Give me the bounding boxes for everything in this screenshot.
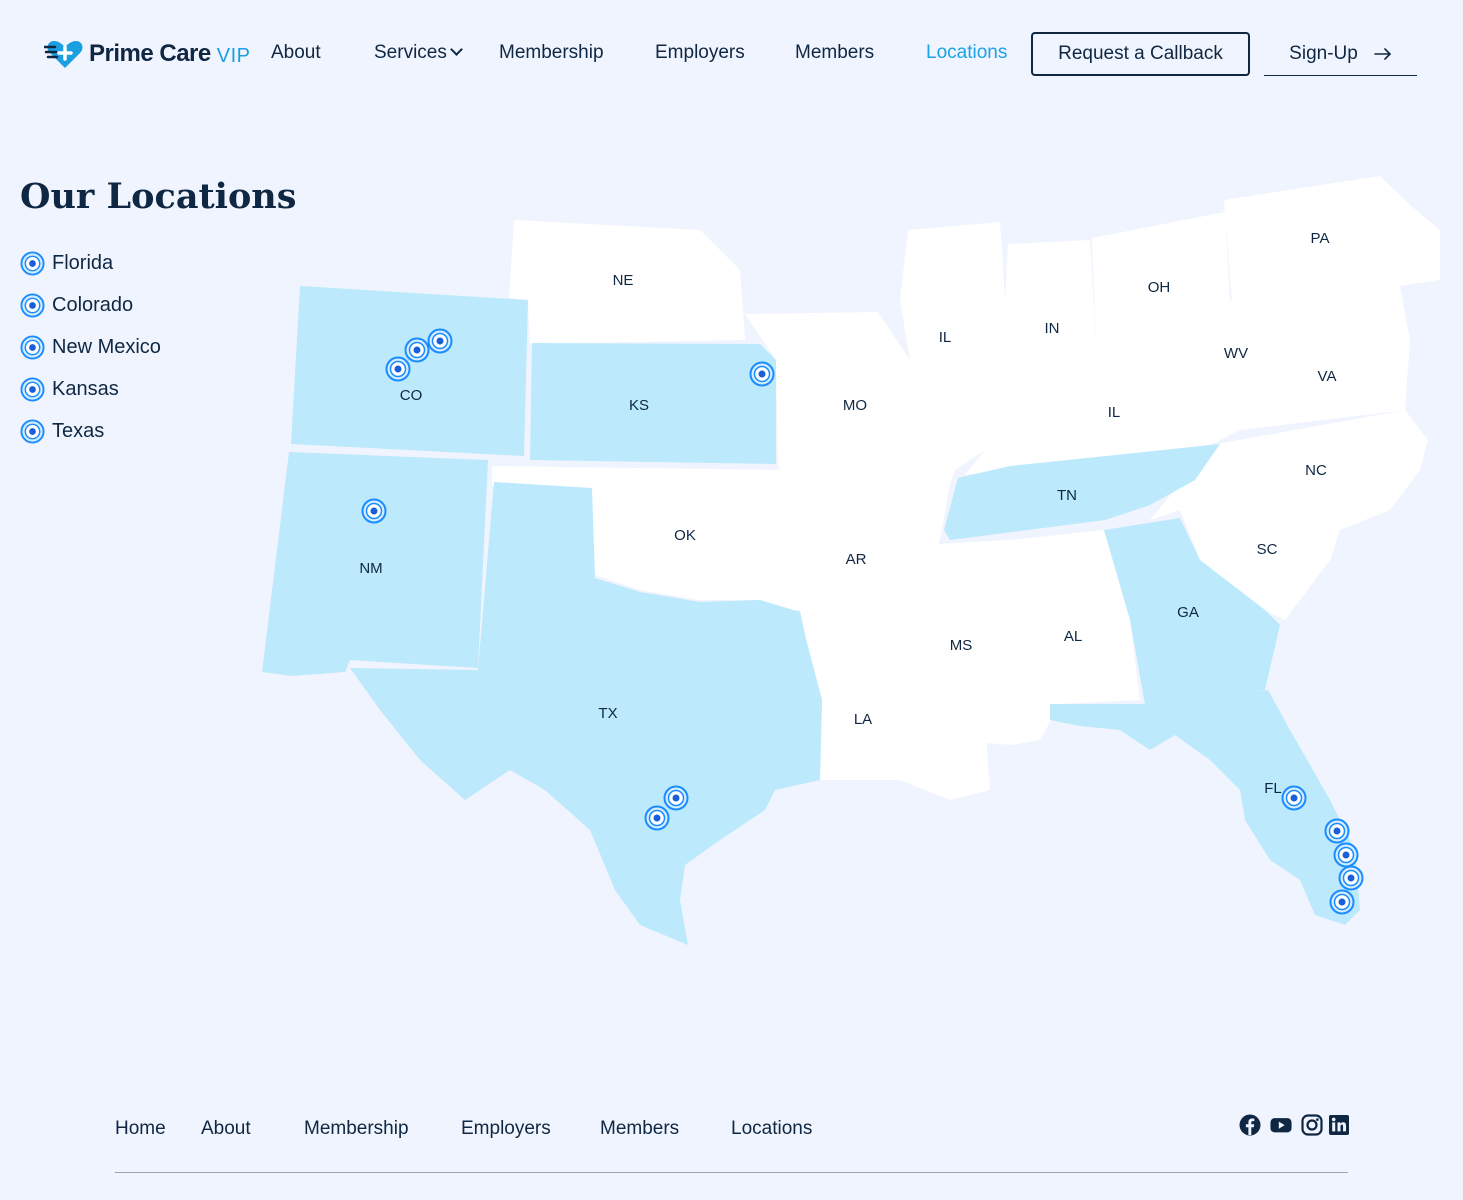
location-item-new-mexico[interactable]: New Mexico — [20, 326, 161, 368]
footer-employers[interactable]: Employers — [461, 1118, 551, 1140]
label-ne: NE — [613, 272, 634, 289]
label-al: AL — [1064, 628, 1082, 645]
location-pin-icon — [20, 250, 45, 276]
footer-locations[interactable]: Locations — [731, 1118, 812, 1140]
map-pin[interactable] — [749, 361, 775, 387]
footer-members[interactable]: Members — [600, 1118, 679, 1140]
map-pin[interactable] — [404, 337, 430, 363]
location-label: Colorado — [52, 293, 134, 316]
label-ga: GA — [1177, 604, 1199, 621]
label-wv: WV — [1224, 345, 1248, 362]
map-pin[interactable] — [1324, 818, 1350, 844]
label-nm: NM — [359, 560, 382, 577]
label-pa: PA — [1311, 230, 1330, 247]
label-mo: MO — [843, 397, 867, 414]
location-pin-icon — [20, 292, 45, 318]
label-ks: KS — [629, 397, 649, 414]
label-sc: SC — [1257, 541, 1278, 558]
state-fl[interactable] — [1050, 690, 1360, 925]
map-pin[interactable] — [361, 498, 387, 524]
state-ks[interactable] — [530, 343, 776, 464]
location-pin-icon — [20, 376, 45, 402]
map-pin[interactable] — [1333, 842, 1359, 868]
location-label: Texas — [52, 419, 105, 442]
label-oh: OH — [1148, 279, 1171, 296]
location-item-colorado[interactable]: Colorado — [20, 284, 161, 326]
footer-divider — [115, 1172, 1348, 1173]
label-co: CO — [400, 387, 423, 404]
location-item-kansas[interactable]: Kansas — [20, 368, 161, 410]
map-pin[interactable] — [427, 328, 453, 354]
map-pin[interactable] — [1281, 785, 1307, 811]
footer-about[interactable]: About — [201, 1118, 251, 1140]
label-il: IL — [939, 329, 952, 346]
location-pin-icon — [20, 418, 45, 444]
label-tn: TN — [1057, 487, 1077, 504]
label-in: IN — [1045, 320, 1060, 337]
location-item-texas[interactable]: Texas — [20, 410, 161, 452]
map-pin[interactable] — [1338, 865, 1364, 891]
map-pin[interactable] — [663, 785, 689, 811]
youtube-icon[interactable] — [1270, 1114, 1292, 1136]
label-fl: FL — [1264, 780, 1282, 797]
label-tx: TX — [598, 705, 617, 722]
label-ky: IL — [1108, 404, 1121, 421]
footer-home[interactable]: Home — [115, 1118, 166, 1140]
instagram-icon[interactable] — [1301, 1114, 1323, 1136]
location-label: New Mexico — [52, 335, 161, 358]
map-pin[interactable] — [385, 356, 411, 382]
label-ar: AR — [846, 551, 867, 568]
page-title: Our Locations — [20, 176, 297, 217]
label-nc: NC — [1305, 462, 1327, 479]
location-label: Florida — [52, 251, 114, 274]
location-item-florida[interactable]: Florida — [20, 242, 161, 284]
facebook-icon[interactable] — [1239, 1114, 1261, 1136]
label-ms: MS — [950, 637, 973, 654]
location-pin-icon — [20, 334, 45, 360]
state-pa[interactable] — [1224, 176, 1440, 300]
label-ok: OK — [674, 527, 696, 544]
linkedin-icon[interactable] — [1328, 1114, 1350, 1136]
map-pin[interactable] — [1329, 889, 1355, 915]
map-pin[interactable] — [644, 805, 670, 831]
label-la: LA — [854, 711, 872, 728]
location-label: Kansas — [52, 377, 119, 400]
location-list: Florida Colorado New Mexico Kansas Texas — [20, 242, 161, 452]
footer-membership[interactable]: Membership — [304, 1118, 409, 1140]
label-va: VA — [1318, 368, 1337, 385]
